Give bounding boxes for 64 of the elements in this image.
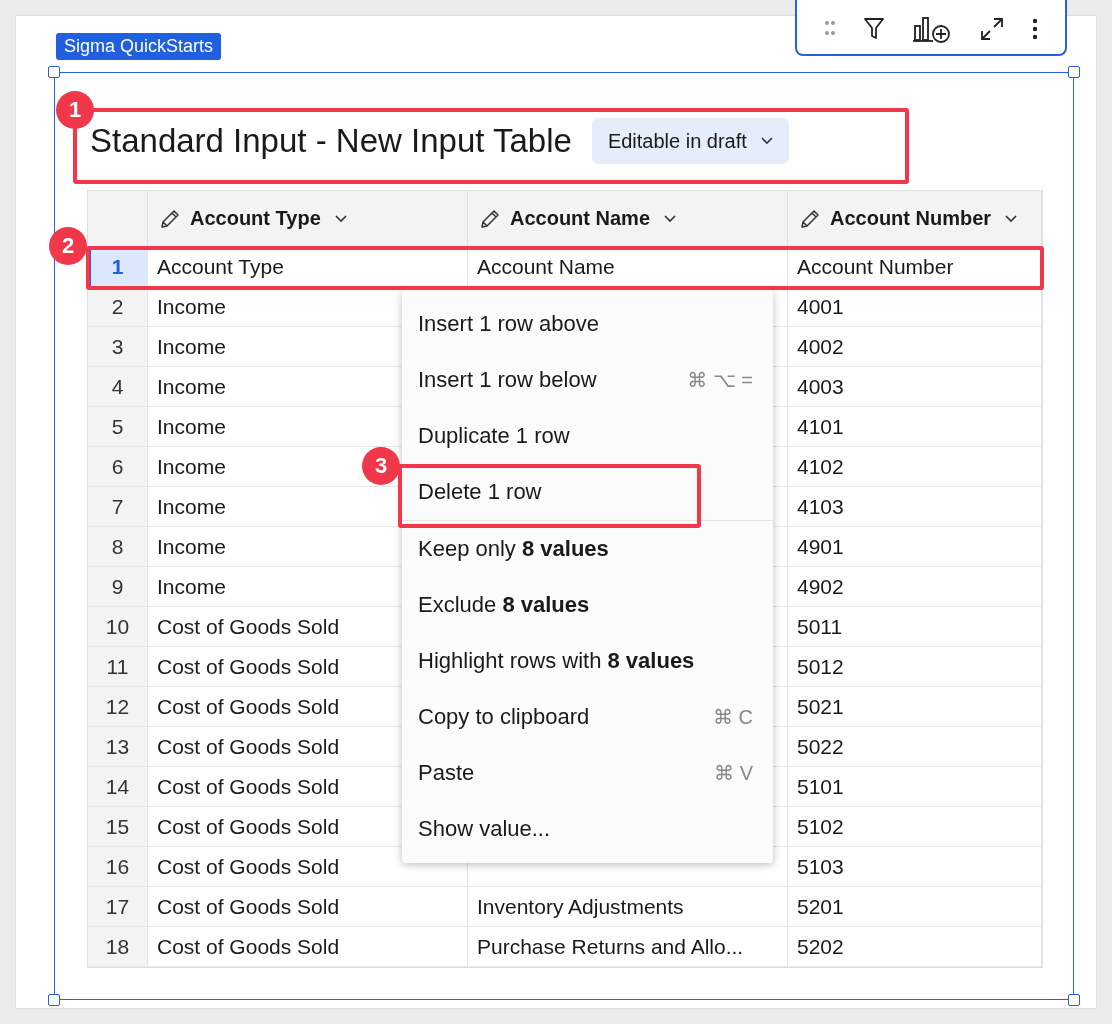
- step-number: 2: [49, 227, 87, 265]
- table-cell: 5102: [788, 807, 1042, 847]
- resize-handle[interactable]: [48, 994, 60, 1006]
- row-number[interactable]: 10: [88, 607, 148, 647]
- table-cell: 4901: [788, 527, 1042, 567]
- row-number[interactable]: 6: [88, 447, 148, 487]
- row-number[interactable]: 5: [88, 407, 148, 447]
- row-number[interactable]: 7: [88, 487, 148, 527]
- row-number[interactable]: 17: [88, 887, 148, 927]
- table-cell: 5103: [788, 847, 1042, 887]
- resize-handle[interactable]: [1068, 994, 1080, 1006]
- row-number[interactable]: 14: [88, 767, 148, 807]
- row-number[interactable]: 15: [88, 807, 148, 847]
- row-number[interactable]: 16: [88, 847, 148, 887]
- table-cell: 5201: [788, 887, 1042, 927]
- row-number[interactable]: 9: [88, 567, 148, 607]
- row-number[interactable]: 13: [88, 727, 148, 767]
- table-cell: Account Type: [148, 247, 468, 287]
- chevron-down-icon: [334, 214, 347, 223]
- table-cell: 4902: [788, 567, 1042, 607]
- table-cell: 5012: [788, 647, 1042, 687]
- shortcut-hint: ⌘ ⌥ =: [687, 368, 753, 392]
- table-cell: Cost of Goods Sold: [148, 927, 468, 967]
- resize-handle[interactable]: [1068, 66, 1080, 78]
- column-header[interactable]: Account Name: [468, 191, 788, 247]
- expand-icon[interactable]: [978, 16, 1005, 42]
- table-cell: Inventory Adjustments: [468, 887, 788, 927]
- row-number[interactable]: 8: [88, 527, 148, 567]
- row-number[interactable]: 3: [88, 327, 148, 367]
- table-cell: 4002: [788, 327, 1042, 367]
- row-number[interactable]: 18: [88, 927, 148, 967]
- chevron-down-icon: [664, 214, 677, 223]
- filter-icon[interactable]: [863, 17, 886, 41]
- chevron-down-icon: [760, 137, 773, 145]
- table-cell: Purchase Returns and Allo...: [468, 927, 788, 967]
- resize-handle[interactable]: [48, 66, 60, 78]
- element-tag: Sigma QuickStarts: [56, 33, 222, 60]
- shortcut-hint: ⌘ V: [714, 761, 753, 785]
- row-number[interactable]: 12: [88, 687, 148, 727]
- row-number[interactable]: 4: [88, 367, 148, 407]
- table-cell: 4003: [788, 367, 1042, 407]
- shortcut-hint: ⌘ C: [713, 705, 753, 729]
- table-cell: Account Number: [788, 247, 1042, 287]
- table-cell: 5021: [788, 687, 1042, 727]
- row-number[interactable]: 2: [88, 287, 148, 327]
- table-cell: Account Name: [468, 247, 788, 287]
- chevron-down-icon: [1005, 214, 1018, 223]
- step-number: 3: [362, 447, 400, 485]
- add-chart-icon[interactable]: [912, 14, 952, 44]
- column-header[interactable]: Account Type: [148, 191, 468, 247]
- table-cell: 4103: [788, 487, 1042, 527]
- table-cell: 5101: [788, 767, 1042, 807]
- column-header[interactable]: Account Number: [788, 191, 1042, 247]
- table-cell: 5011: [788, 607, 1042, 647]
- table-cell: 5202: [788, 927, 1042, 967]
- table-cell: 4001: [788, 287, 1042, 327]
- step-number: 1: [56, 91, 94, 129]
- mode-dropdown[interactable]: Editable in draft: [591, 118, 789, 164]
- more-icon[interactable]: [1031, 18, 1038, 40]
- row-number[interactable]: 11: [88, 647, 148, 687]
- table-cell: 4101: [788, 407, 1042, 447]
- table-cell: 5022: [788, 727, 1042, 767]
- table-cell: 4102: [788, 447, 1042, 487]
- table-cell: Cost of Goods Sold: [148, 887, 468, 927]
